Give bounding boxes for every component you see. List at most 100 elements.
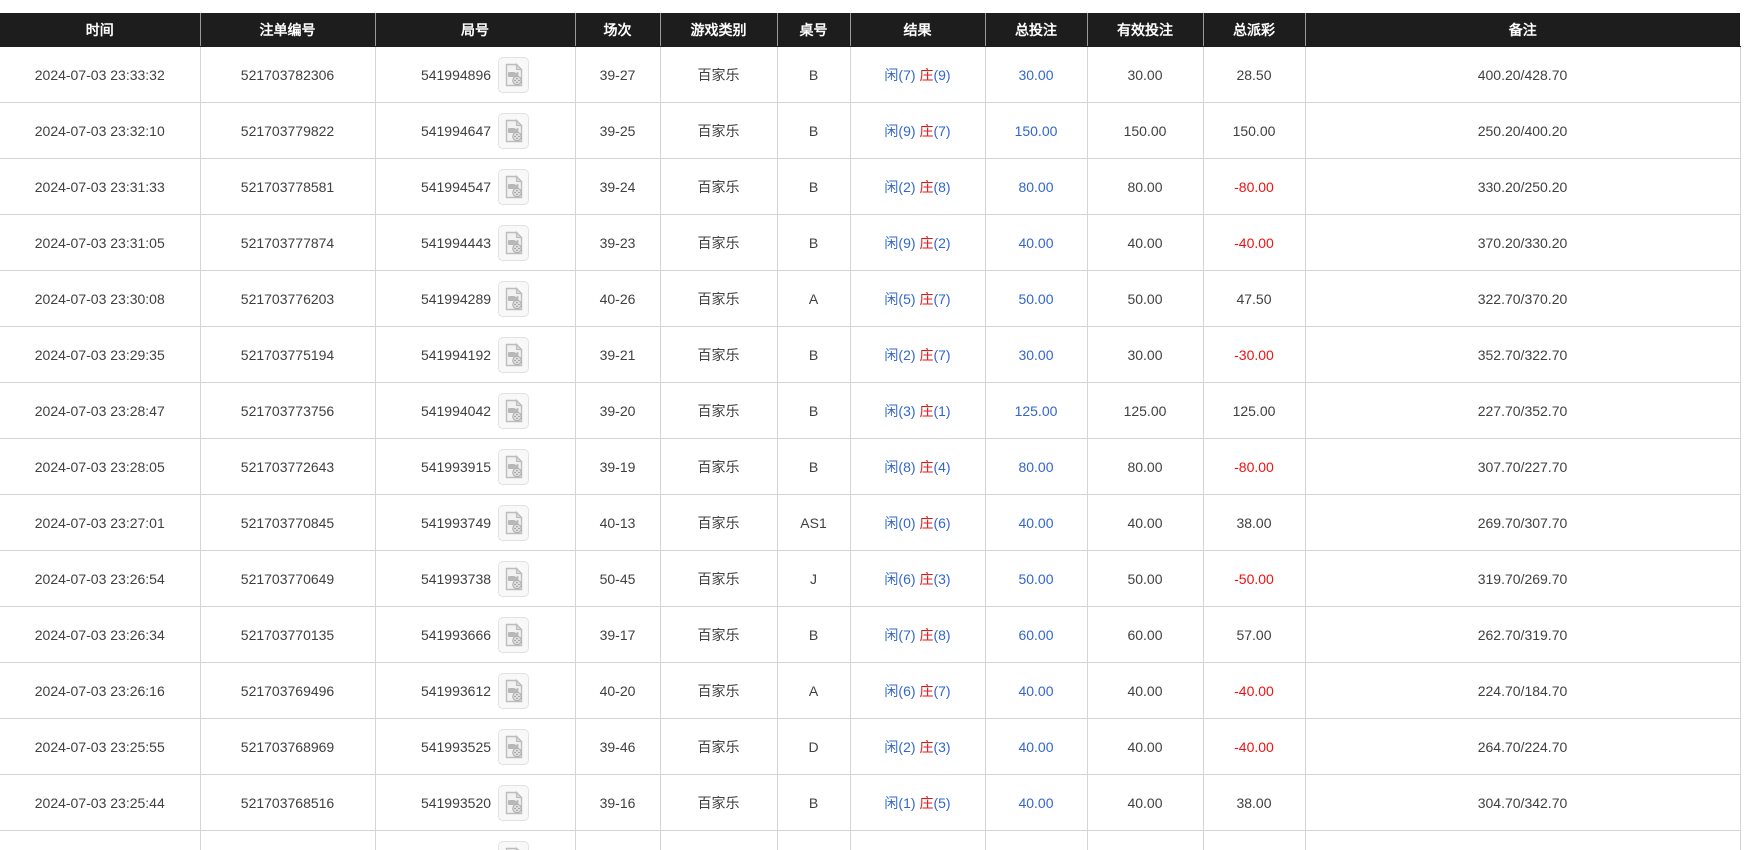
cell-valid-bet: 125.00 [1087,383,1203,439]
cell-table-number: B [777,103,850,159]
cell-game-type: 百家乐 [660,47,777,103]
cell-result: 闲(0) 庄(6) [850,495,985,551]
table-row: 2024-07-03 23:25:44 521703768516 5419935… [0,775,1740,831]
cell-time: 2024-07-03 23:26:54 [0,551,200,607]
cell-total-bet[interactable]: 40.00 [985,663,1087,719]
cell-table-number: D [777,719,850,775]
column-header-game_type: 游戏类别 [660,13,777,47]
cell-total-bet[interactable]: 50.00 [985,271,1087,327]
round-number: 541993520 [421,795,491,811]
cell-result: 闲(6) 庄(7) [850,663,985,719]
video-replay-button[interactable] [498,729,529,765]
cell-total-bet[interactable]: 150.00 [985,103,1087,159]
cell-total-bet[interactable]: 40.00 [985,215,1087,271]
cell-remark: 227.70/352.70 [1305,383,1740,439]
cell-total-payout: -30.00 [1203,327,1305,383]
cell-session: 39-24 [575,159,660,215]
bet-history-table: 时间注单编号局号场次游戏类别桌号结果总投注有效投注总派彩备注 2024-07-0… [0,13,1741,850]
video-replay-button[interactable] [498,617,529,653]
cell-bet-number: 521703768969 [200,719,375,775]
video-replay-button[interactable] [498,449,529,485]
cell-total-bet[interactable]: 125.00 [985,383,1087,439]
result-player: 闲(2) [884,739,915,755]
cell-total-bet[interactable]: 40.00 [985,719,1087,775]
video-replay-button[interactable] [498,505,529,541]
cell-total-bet[interactable]: 80.00 [985,159,1087,215]
cell-game-type: 百家乐 [660,831,777,850]
video-replay-button[interactable] [498,113,529,149]
cell-table-number: B [777,775,850,831]
video-replay-button[interactable] [498,393,529,429]
cell-result: 闲(7) 庄(8) [850,607,985,663]
cell-round-number: 541993738 [375,551,575,607]
result-banker-score: (7) [933,291,950,307]
cell-total-payout: 150.00 [1203,103,1305,159]
cell-session: 39-27 [575,47,660,103]
result-player: 闲(6) [884,683,915,699]
video-replay-button[interactable] [498,337,529,373]
cell-total-payout: -50.00 [1203,551,1305,607]
video-replay-button[interactable] [498,841,529,850]
video-replay-button[interactable] [498,169,529,205]
result-banker-label: 庄 [919,627,933,643]
cell-session: 40-19 [575,831,660,850]
video-replay-button[interactable] [498,281,529,317]
cell-total-bet[interactable]: 60.00 [985,607,1087,663]
cell-total-bet[interactable]: 60.00 [985,831,1087,850]
cell-round-number: 541994443 [375,215,575,271]
video-replay-button[interactable] [498,561,529,597]
cell-valid-bet: 60.00 [1087,607,1203,663]
round-number: 541993738 [421,571,491,587]
video-replay-button[interactable] [498,225,529,261]
result-banker-label: 庄 [919,347,933,363]
table-row: 2024-07-03 23:25:55 521703768969 5419935… [0,719,1740,775]
video-replay-button[interactable] [498,673,529,709]
cell-time: 2024-07-03 23:33:32 [0,47,200,103]
cell-table-number: A [777,663,850,719]
cell-total-bet[interactable]: 50.00 [985,551,1087,607]
round-number: 541993749 [421,515,491,531]
video-file-icon [504,511,524,535]
cell-game-type: 百家乐 [660,775,777,831]
cell-bet-number: 521703779822 [200,103,375,159]
cell-total-bet[interactable]: 40.00 [985,495,1087,551]
cell-total-bet[interactable]: 80.00 [985,439,1087,495]
cell-round-number: 541993612 [375,663,575,719]
cell-remark: 322.70/370.20 [1305,271,1740,327]
cell-game-type: 百家乐 [660,719,777,775]
result-banker-label: 庄 [919,179,933,195]
result-player: 闲(1) [884,795,915,811]
cell-total-bet[interactable]: 40.00 [985,775,1087,831]
cell-remark: 262.70/319.70 [1305,607,1740,663]
column-header-bet_no: 注单编号 [200,13,375,47]
cell-bet-number: 521703768516 [200,775,375,831]
cell-total-bet[interactable]: 30.00 [985,327,1087,383]
cell-session: 39-19 [575,439,660,495]
result-banker-label: 庄 [919,515,933,531]
cell-round-number: 541993495 [375,831,575,850]
column-header-session: 场次 [575,13,660,47]
video-file-icon [504,455,524,479]
result-player: 闲(2) [884,179,915,195]
cell-time: 2024-07-03 23:30:08 [0,271,200,327]
table-row: 2024-07-03 23:26:54 521703770649 5419937… [0,551,1740,607]
cell-result: 闲(2) 庄(7) [850,327,985,383]
cell-total-payout: -80.00 [1203,439,1305,495]
result-banker-score: (4) [933,459,950,475]
result-banker-score: (3) [933,571,950,587]
video-replay-button[interactable] [498,57,529,93]
video-replay-button[interactable] [498,785,529,821]
cell-round-number: 541994042 [375,383,575,439]
cell-game-type: 百家乐 [660,607,777,663]
bet-history-page: 时间注单编号局号场次游戏类别桌号结果总投注有效投注总派彩备注 2024-07-0… [0,0,1754,850]
video-file-icon [504,119,524,143]
cell-total-payout: 38.00 [1203,775,1305,831]
round-number: 541993612 [421,683,491,699]
cell-session: 39-23 [575,215,660,271]
result-player: 闲(5) [884,291,915,307]
column-header-remark: 备注 [1305,13,1740,47]
cell-total-payout: 125.00 [1203,383,1305,439]
cell-round-number: 541994289 [375,271,575,327]
cell-total-bet[interactable]: 30.00 [985,47,1087,103]
result-banker-label: 庄 [919,683,933,699]
